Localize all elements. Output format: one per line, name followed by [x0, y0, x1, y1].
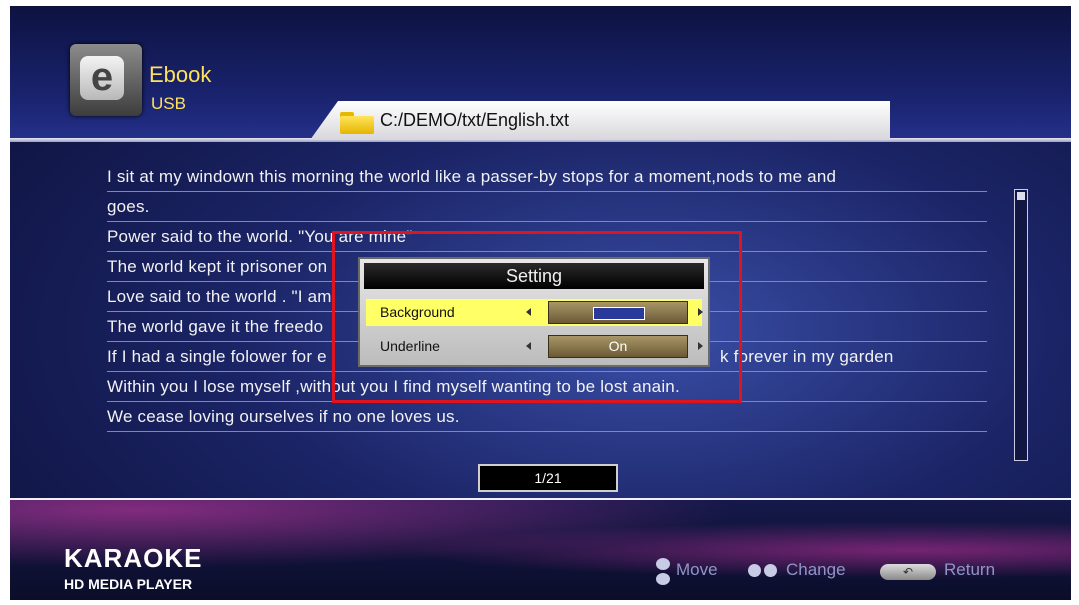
text-line-content: I sit at my windown this morning the wor… [107, 167, 837, 186]
brand-tagline: HD MEDIA PLAYER [64, 576, 193, 592]
text-line-content: The world kept it prisoner on [107, 257, 328, 276]
ebook-app-icon: e [70, 44, 142, 116]
folder-icon [340, 112, 374, 134]
app-source-label: USB [151, 94, 186, 113]
change-icon [748, 564, 778, 578]
text-line-tail: k forever in my garden [720, 347, 894, 366]
hint-change: Change [786, 560, 846, 579]
scrollbar-thumb[interactable] [1017, 192, 1025, 200]
text-line: goes. [107, 191, 987, 222]
text-line-content: goes. [107, 197, 150, 216]
highlight-annotation-box [332, 231, 742, 403]
ebook-letter-icon: e [80, 56, 124, 100]
app-title: Ebook [149, 62, 212, 87]
text-line-content: If I had a single folower for e [107, 347, 327, 366]
hint-return: Return [944, 560, 996, 579]
hint-move: Move [676, 560, 718, 579]
move-icon [654, 558, 672, 586]
text-line: I sit at my windown this morning the wor… [107, 161, 987, 192]
text-line-content: The world gave it the freedo [107, 317, 324, 336]
page-indicator: 1/21 [478, 464, 618, 492]
file-path: C:/DEMO/txt/English.txt [380, 110, 570, 130]
brand-logo: KARAOKE [64, 543, 203, 573]
return-icon: ↶ [880, 564, 936, 580]
text-line-content: We cease loving ourselves if no one love… [107, 407, 460, 426]
text-line-content: Love said to the world . "I am [107, 287, 332, 306]
text-line: We cease loving ourselves if no one love… [107, 401, 987, 432]
scrollbar[interactable] [1014, 189, 1028, 461]
